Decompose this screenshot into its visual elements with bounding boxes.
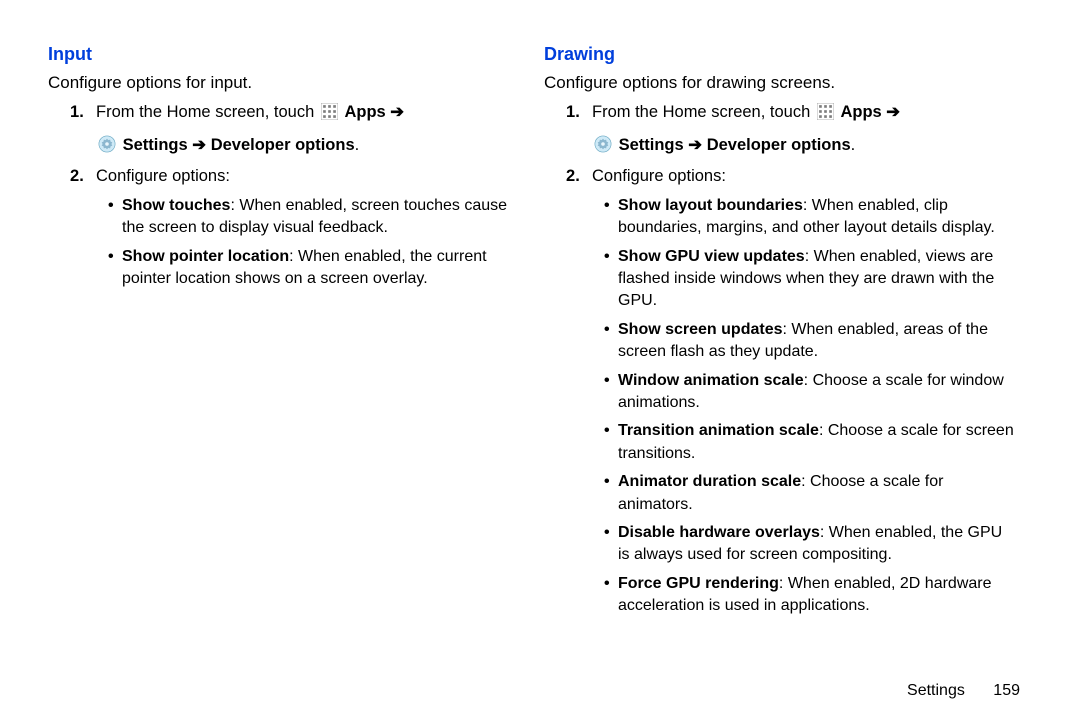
bullet-term: Show touches — [122, 197, 230, 214]
list-item: Show screen updates: When enabled, areas… — [604, 319, 1016, 364]
bullets-drawing: Show layout boundaries: When enabled, cl… — [592, 195, 1016, 618]
arrow-1: ➔ — [390, 103, 404, 121]
bullet-term: Force GPU rendering — [618, 575, 779, 592]
list-item: Window animation scale: Choose a scale f… — [604, 370, 1016, 415]
list-item: Force GPU rendering: When enabled, 2D ha… — [604, 573, 1016, 618]
step-1-drawing: From the Home screen, touch Apps ➔ — [572, 101, 1016, 159]
step1-pre-r: From the Home screen, touch — [592, 103, 810, 121]
heading-input: Input — [48, 44, 520, 65]
bullet-term: Show screen updates — [618, 321, 783, 338]
list-item: Show touches: When enabled, screen touch… — [108, 195, 520, 240]
settings-label: Settings — [123, 136, 188, 154]
step-1-input: From the Home screen, touch Apps ➔ — [76, 101, 520, 159]
list-item: Disable hardware overlays: When enabled,… — [604, 522, 1016, 567]
step2-text: Configure options: — [96, 167, 230, 185]
period-1: . — [355, 136, 360, 154]
list-item: Show layout boundaries: When enabled, cl… — [604, 195, 1016, 240]
apps-label-r: Apps — [840, 103, 881, 121]
list-item: Transition animation scale: Choose a sca… — [604, 420, 1016, 465]
step-2-drawing: Configure options: Show layout boundarie… — [572, 165, 1016, 618]
footer-page: 159 — [993, 682, 1020, 699]
page: Input Configure options for input. From … — [0, 0, 1080, 720]
bullet-term: Show layout boundaries — [618, 197, 803, 214]
apps-icon — [817, 103, 834, 120]
path-line-1: Settings ➔ Developer options. — [96, 131, 520, 159]
steps-drawing: From the Home screen, touch Apps ➔ — [544, 101, 1016, 618]
intro-drawing: Configure options for drawing screens. — [544, 73, 1016, 93]
step1-pre: From the Home screen, touch — [96, 103, 314, 121]
period-1-r: . — [851, 136, 856, 154]
footer-section: Settings — [907, 682, 965, 699]
left-column: Input Configure options for input. From … — [48, 40, 544, 710]
intro-input: Configure options for input. — [48, 73, 520, 93]
arrow-2: ➔ — [192, 136, 206, 154]
step-2-input: Configure options: Show touches: When en… — [76, 165, 520, 290]
arrow-1-r: ➔ — [886, 103, 900, 121]
bullet-term: Window animation scale — [618, 372, 804, 389]
settings-label-r: Settings — [619, 136, 684, 154]
settings-icon — [98, 135, 116, 153]
step2-text-r: Configure options: — [592, 167, 726, 185]
bullet-term: Transition animation scale — [618, 422, 819, 439]
bullet-term: Animator duration scale — [618, 473, 801, 490]
list-item: Animator duration scale: Choose a scale … — [604, 471, 1016, 516]
arrow-2-r: ➔ — [688, 136, 702, 154]
apps-label: Apps — [344, 103, 385, 121]
heading-drawing: Drawing — [544, 44, 1016, 65]
bullet-term: Show GPU view updates — [618, 248, 805, 265]
steps-input: From the Home screen, touch Apps ➔ — [48, 101, 520, 290]
bullet-term: Show pointer location — [122, 248, 289, 265]
dev-options-label: Developer options — [211, 136, 355, 154]
dev-options-label-r: Developer options — [707, 136, 851, 154]
apps-icon — [321, 103, 338, 120]
page-footer: Settings 159 — [907, 682, 1020, 700]
list-item: Show GPU view updates: When enabled, vie… — [604, 246, 1016, 313]
path-line-1-r: Settings ➔ Developer options. — [592, 131, 1016, 159]
settings-icon — [594, 135, 612, 153]
bullets-input: Show touches: When enabled, screen touch… — [96, 195, 520, 291]
bullet-term: Disable hardware overlays — [618, 524, 820, 541]
right-column: Drawing Configure options for drawing sc… — [544, 40, 1040, 710]
list-item: Show pointer location: When enabled, the… — [108, 246, 520, 291]
